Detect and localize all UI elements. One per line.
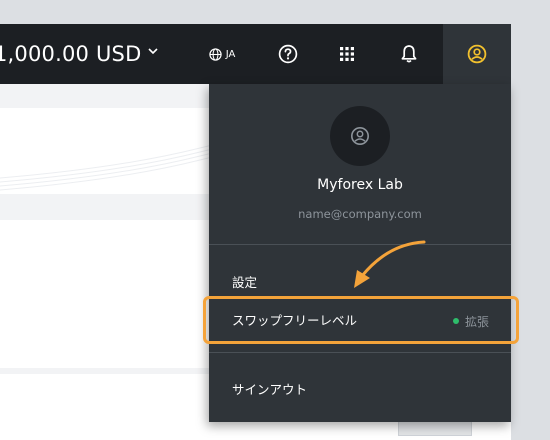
apps-button[interactable]	[329, 24, 365, 84]
apps-grid-icon	[340, 47, 354, 61]
language-code: JA	[225, 48, 236, 60]
pointer-arrow	[354, 240, 426, 288]
top-bar: 1,000.00 USD JA	[0, 24, 511, 84]
user-circle-icon	[351, 127, 369, 145]
help-button[interactable]	[270, 24, 306, 84]
account-balance[interactable]: 1,000.00 USD	[0, 24, 141, 84]
page-gutter	[511, 24, 550, 440]
user-circle-icon	[467, 44, 487, 64]
avatar	[330, 106, 390, 166]
menu-item-sign-out[interactable]: サインアウト	[209, 369, 511, 407]
account-button[interactable]	[443, 24, 511, 84]
bell-icon	[401, 45, 417, 63]
globe-icon	[209, 47, 222, 61]
menu-item-label: 設定	[232, 274, 258, 290]
menu-divider	[209, 352, 511, 353]
notifications-button[interactable]	[391, 24, 427, 84]
help-icon	[278, 44, 298, 64]
browser-strip	[0, 0, 550, 24]
user-email: name@company.com	[298, 207, 422, 221]
highlight-box	[203, 296, 519, 344]
language-selector[interactable]: JA	[196, 24, 248, 84]
menu-item-label: サインアウト	[232, 381, 308, 397]
chevron-down-icon[interactable]	[146, 44, 160, 58]
user-name: Myforex Lab	[317, 177, 403, 193]
